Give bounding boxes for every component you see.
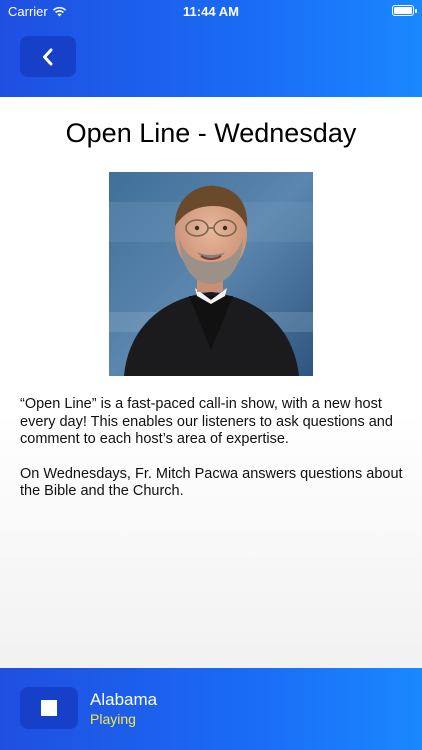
now-playing-bar: Alabama Playing xyxy=(0,668,422,750)
back-button[interactable] xyxy=(20,36,76,77)
status-time: 11:44 AM xyxy=(183,4,239,19)
playback-state: Playing xyxy=(90,711,136,727)
status-bar: Carrier 11:44 AM xyxy=(0,0,422,22)
description-paragraph: “Open Line” is a fast-paced call-in show… xyxy=(20,396,393,447)
header-bar: Carrier 11:44 AM xyxy=(0,0,422,97)
battery-icon xyxy=(392,5,417,16)
stop-button[interactable] xyxy=(20,687,78,729)
description-paragraph: On Wednesdays, Fr. Mitch Pacwa answers q… xyxy=(20,465,403,500)
chevron-left-icon xyxy=(43,48,53,65)
stop-icon xyxy=(41,700,57,716)
host-portrait-image xyxy=(109,172,313,376)
show-description: “Open Line” is a fast-paced call-in show… xyxy=(20,396,405,518)
page-title: Open Line - Wednesday xyxy=(65,118,357,148)
station-name: Alabama xyxy=(90,690,158,709)
